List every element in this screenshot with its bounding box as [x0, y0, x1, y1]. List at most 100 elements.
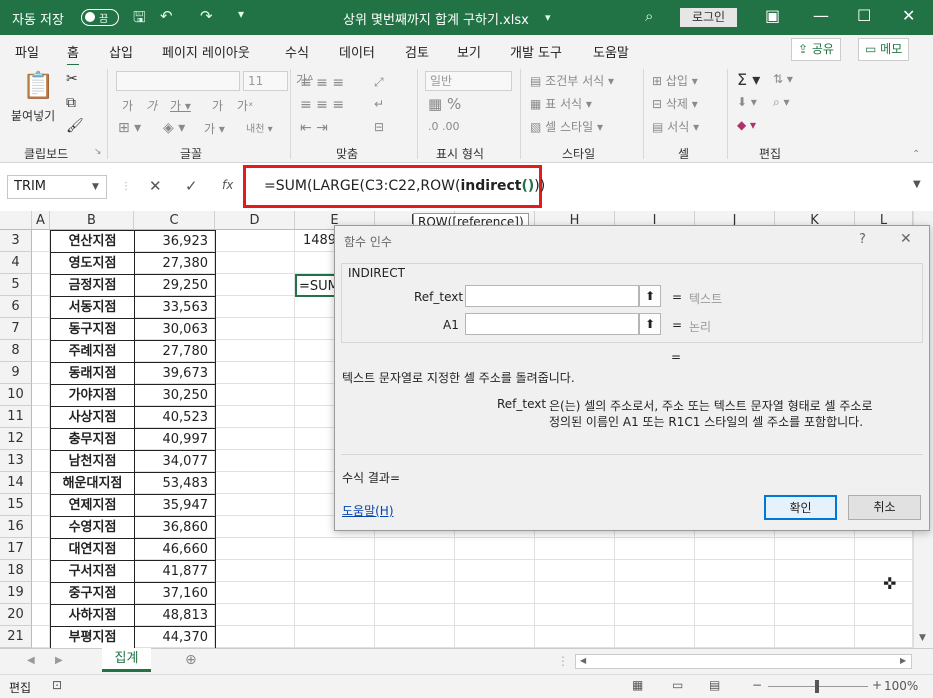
tab-formulas[interactable]: 수식 — [285, 42, 309, 61]
find-icon[interactable]: ⌕ ▾ — [773, 95, 790, 110]
branch-name-cell[interactable]: 영도지점 — [50, 252, 135, 275]
insert-function-icon[interactable]: fx — [222, 178, 233, 192]
sales-value-cell[interactable]: 30,063 — [134, 318, 216, 341]
row-header[interactable]: 19 — [0, 582, 32, 604]
empty-cell[interactable] — [535, 582, 615, 604]
share-button[interactable]: ⇪ 공유 — [791, 38, 841, 61]
sales-value-cell[interactable]: 39,673 — [134, 362, 216, 385]
empty-cell[interactable] — [32, 626, 50, 648]
column-header[interactable]: A — [32, 211, 50, 230]
empty-cell[interactable] — [615, 538, 695, 560]
row-header[interactable]: 3 — [0, 230, 32, 252]
row-header[interactable]: 15 — [0, 494, 32, 516]
empty-cell[interactable] — [32, 472, 50, 494]
sales-value-cell[interactable]: 35,947 — [134, 494, 216, 517]
merge-icon[interactable]: ⊟ — [374, 120, 384, 134]
wrap-text-icon[interactable]: ↵ — [374, 97, 384, 111]
empty-cell[interactable] — [615, 604, 695, 626]
row-header[interactable]: 10 — [0, 384, 32, 406]
sales-value-cell[interactable]: 33,563 — [134, 296, 216, 319]
empty-cell[interactable] — [32, 560, 50, 582]
empty-cell[interactable] — [775, 626, 855, 648]
sales-value-cell[interactable]: 46,660 — [134, 538, 216, 561]
branch-name-cell[interactable]: 금정지점 — [50, 274, 135, 297]
empty-cell[interactable] — [695, 538, 775, 560]
normal-view-icon[interactable]: ▦ — [632, 678, 643, 692]
empty-cell[interactable] — [535, 560, 615, 582]
row-header[interactable]: 14 — [0, 472, 32, 494]
empty-cell[interactable] — [455, 560, 535, 582]
sales-value-cell[interactable]: 40,523 — [134, 406, 216, 429]
next-sheet-icon[interactable]: ▶ — [55, 655, 63, 666]
branch-name-cell[interactable]: 사상지점 — [50, 406, 135, 429]
expand-formula-icon[interactable]: ▼ — [913, 179, 921, 190]
tab-file[interactable]: 파일 — [15, 42, 39, 61]
row-header[interactable]: 6 — [0, 296, 32, 318]
cancel-formula-icon[interactable]: ✕ — [149, 177, 162, 195]
title-dropdown-icon[interactable]: ▾ — [545, 11, 551, 24]
empty-cell[interactable] — [215, 362, 295, 384]
help-link[interactable]: 도움말(H) — [342, 502, 394, 519]
tab-insert[interactable]: 삽입 — [109, 42, 133, 61]
sales-value-cell[interactable]: 27,380 — [134, 252, 216, 275]
number-format-dropdown[interactable]: 일반 — [425, 71, 512, 91]
row-header[interactable]: 7 — [0, 318, 32, 340]
empty-cell[interactable] — [215, 406, 295, 428]
empty-cell[interactable] — [215, 340, 295, 362]
formula-input[interactable]: =SUM(LARGE(C3:C22,ROW(indirect())) — [243, 165, 545, 208]
empty-cell[interactable] — [775, 582, 855, 604]
redo-icon[interactable]: ↷ — [200, 7, 213, 25]
empty-cell[interactable] — [32, 296, 50, 318]
ok-button[interactable]: 확인 — [764, 495, 837, 520]
save-icon[interactable]: 🖫 — [133, 7, 146, 32]
branch-name-cell[interactable]: 연제지점 — [50, 494, 135, 517]
tab-review[interactable]: 검토 — [405, 42, 429, 61]
empty-cell[interactable] — [855, 604, 913, 626]
empty-cell[interactable] — [295, 538, 375, 560]
empty-cell[interactable] — [295, 560, 375, 582]
empty-cell[interactable] — [215, 450, 295, 472]
splitter-icon[interactable]: ⋮ — [557, 654, 569, 668]
sales-value-cell[interactable]: 44,370 — [134, 626, 216, 649]
branch-name-cell[interactable]: 수영지점 — [50, 516, 135, 539]
font-color-icon[interactable]: 가 ▾ — [204, 120, 225, 137]
autosum-icon[interactable]: Σ ▾ — [737, 70, 760, 89]
sales-value-cell[interactable]: 53,483 — [134, 472, 216, 495]
empty-cell[interactable] — [32, 406, 50, 428]
sales-value-cell[interactable]: 48,813 — [134, 604, 216, 627]
tab-view[interactable]: 보기 — [457, 42, 481, 61]
tab-help[interactable]: 도움말 — [593, 42, 629, 61]
row-header[interactable]: 21 — [0, 626, 32, 648]
empty-cell[interactable] — [215, 274, 295, 296]
scroll-left-icon[interactable]: ◀ — [580, 656, 586, 665]
copy-icon[interactable]: ⧉ — [66, 95, 76, 111]
empty-cell[interactable] — [295, 626, 375, 648]
maximize-icon[interactable]: ☐ — [857, 6, 871, 25]
empty-cell[interactable] — [295, 582, 375, 604]
empty-cell[interactable] — [32, 604, 50, 626]
empty-cell[interactable] — [215, 538, 295, 560]
empty-cell[interactable] — [215, 318, 295, 340]
empty-cell[interactable] — [375, 604, 455, 626]
empty-cell[interactable] — [695, 560, 775, 582]
name-box[interactable]: TRIM ▼ — [7, 175, 107, 199]
empty-cell[interactable] — [535, 626, 615, 648]
empty-cell[interactable] — [695, 582, 775, 604]
tab-home[interactable]: 홈 — [67, 42, 79, 67]
memo-button[interactable]: ▭ 메모 — [858, 38, 910, 61]
empty-cell[interactable] — [455, 582, 535, 604]
tab-data[interactable]: 데이터 — [339, 42, 375, 61]
close-icon[interactable]: ✕ — [902, 6, 915, 25]
paste-icon[interactable]: 📋 — [22, 71, 54, 101]
branch-name-cell[interactable]: 사하지점 — [50, 604, 135, 627]
minimize-icon[interactable]: — — [813, 6, 829, 25]
zoom-out-icon[interactable]: − — [752, 678, 762, 692]
sales-value-cell[interactable]: 36,923 — [134, 230, 216, 253]
empty-cell[interactable] — [215, 384, 295, 406]
zoom-in-icon[interactable]: + — [872, 678, 882, 692]
sales-value-cell[interactable]: 36,860 — [134, 516, 216, 539]
sales-value-cell[interactable]: 41,877 — [134, 560, 216, 583]
empty-cell[interactable] — [215, 252, 295, 274]
empty-cell[interactable] — [215, 296, 295, 318]
empty-cell[interactable] — [375, 560, 455, 582]
